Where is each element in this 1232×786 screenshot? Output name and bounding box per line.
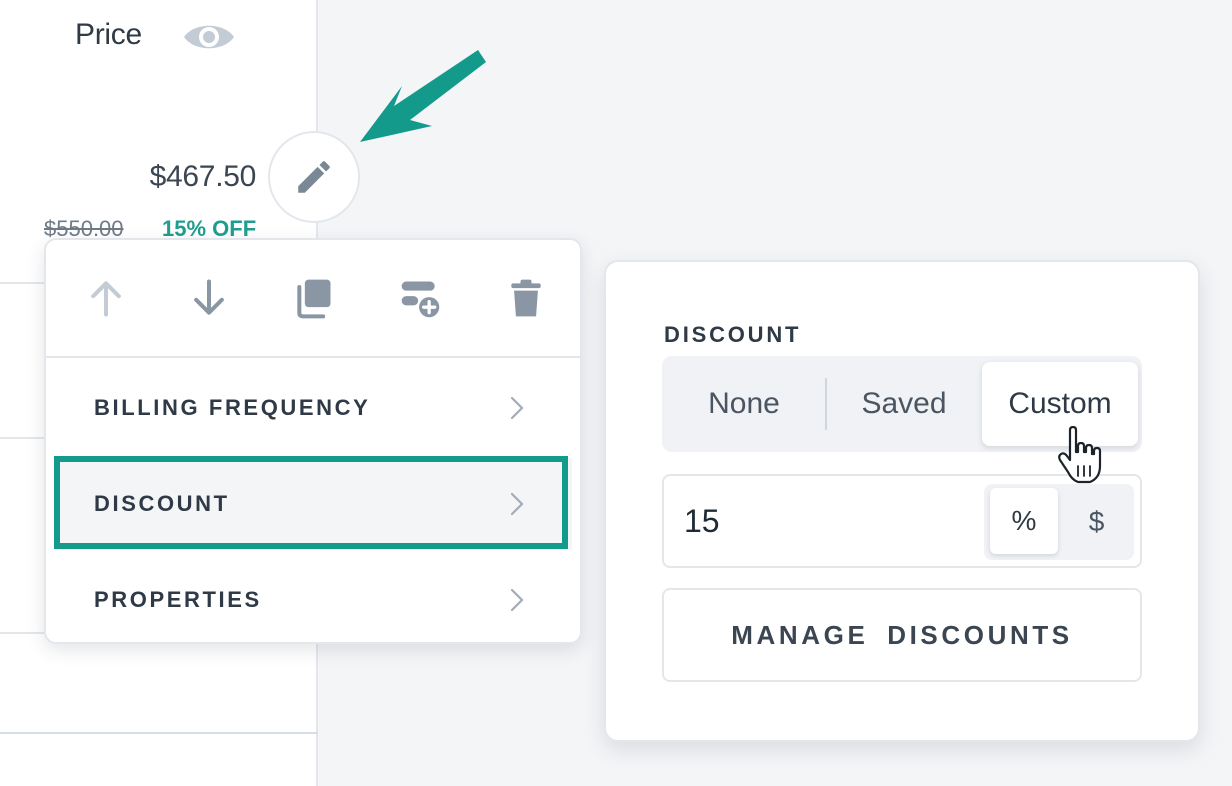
- menu-item-label: PROPERTIES: [94, 587, 262, 612]
- chevron-right-icon: [510, 492, 524, 516]
- menu-item-properties[interactable]: PROPERTIES: [56, 554, 572, 646]
- price-column-header: Price: [75, 18, 142, 51]
- discount-option-saved[interactable]: Saved: [828, 356, 980, 452]
- add-row-icon: [401, 281, 440, 318]
- discount-option-none[interactable]: None: [662, 356, 826, 452]
- unit-percent-button[interactable]: %: [990, 488, 1058, 554]
- row-context-menu: BILLING FREQUENCY DISCOUNT PROPERTIES: [44, 238, 582, 644]
- discounted-price: $467.50: [149, 160, 257, 193]
- discount-amount-field: % $: [662, 474, 1142, 568]
- hand-pointer-icon: [1058, 426, 1102, 484]
- discount-unit-toggle: % $: [984, 484, 1134, 560]
- discount-amount-input[interactable]: [684, 496, 964, 546]
- chevron-right-icon: [510, 588, 524, 612]
- segment-divider: [825, 378, 827, 430]
- panel-title: DISCOUNT: [664, 322, 802, 347]
- delete-button[interactable]: [502, 274, 550, 322]
- arrow-icon: [360, 50, 486, 142]
- manage-discounts-button[interactable]: MANAGE DISCOUNTS: [662, 588, 1142, 682]
- eye-icon[interactable]: [182, 20, 236, 54]
- menu-item-label: DISCOUNT: [94, 491, 230, 516]
- pencil-icon: [298, 161, 330, 193]
- edit-price-button[interactable]: [268, 131, 360, 223]
- row-divider: [0, 282, 44, 284]
- menu-item-label: BILLING FREQUENCY: [94, 395, 371, 420]
- row-divider: [0, 632, 44, 634]
- row-divider: [0, 437, 44, 439]
- duplicate-button[interactable]: [290, 274, 338, 322]
- copy-icon: [297, 279, 331, 319]
- menu-item-billing-frequency[interactable]: BILLING FREQUENCY: [56, 362, 572, 454]
- arrow-up-icon: [91, 281, 121, 317]
- menu-toolbar: [46, 240, 580, 358]
- unit-dollar-button[interactable]: $: [1059, 484, 1134, 560]
- trash-icon: [511, 279, 541, 317]
- arrow-down-icon: [194, 279, 224, 315]
- move-down-button[interactable]: [185, 274, 233, 322]
- table-bottom-divider: [0, 732, 318, 734]
- discount-panel: DISCOUNT None Saved Custom % $ MANAGE DI…: [604, 260, 1200, 742]
- add-option-button[interactable]: [396, 274, 444, 322]
- chevron-right-icon: [510, 396, 524, 420]
- menu-item-discount[interactable]: DISCOUNT: [56, 458, 572, 550]
- move-up-button[interactable]: [82, 274, 130, 322]
